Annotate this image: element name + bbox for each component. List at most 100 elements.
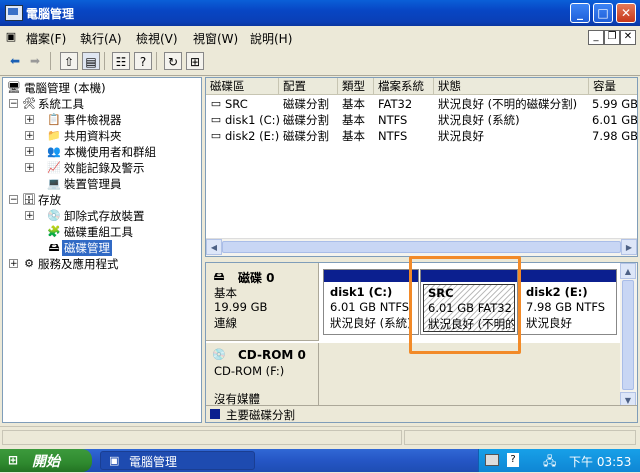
expand-icon[interactable]: + [25,211,34,221]
tree-item-local-users[interactable]: 本機使用者和群組 [64,144,156,160]
layout-cell: 磁碟分割 [283,97,329,111]
capacity-cell: 5.99 GB [592,97,638,111]
tree-item-perf-logs[interactable]: 效能記錄及警示 [64,160,145,176]
vertical-scrollbar[interactable]: ▲ ▼ [620,263,637,408]
console-tree[interactable]: 🖥 電腦管理 (本機) − 🛠 系統工具 + 📋 事件檢視器 + 📁 共用資料夾… [2,77,202,423]
cdrom-label[interactable]: 💿 CD-ROM 0 CD-ROM (F:) 沒有媒體 [206,343,319,407]
mdi-restore-button[interactable]: ❐ [604,30,620,45]
disk0-name: 磁碟 0 [238,271,275,285]
title-bar[interactable]: 電腦管理 _ □ ✕ [0,0,640,26]
layout-cell: 磁碟分割 [283,129,329,143]
tree-item-system-tools[interactable]: 系統工具 [38,96,84,112]
collapse-icon[interactable]: − [9,99,18,109]
tree-item-disk-management[interactable]: 磁碟管理 [62,240,112,256]
tree-item-storage[interactable]: 存放 [38,192,61,208]
volume-cell: disk2 (E:) [225,129,280,143]
tree-item-services[interactable]: 服務及應用程式 [38,256,119,272]
layout-cell: 磁碟分割 [283,113,329,127]
properties-icon[interactable]: ☷ [112,52,130,70]
legend: 主要磁碟分割 [206,405,637,422]
expand-icon[interactable]: + [9,259,18,269]
help-tray-icon[interactable]: ? [507,453,519,467]
expand-icon[interactable]: + [25,163,34,173]
scroll-up-button[interactable]: ▲ [620,263,636,279]
expand-icon[interactable]: + [25,115,34,125]
partition-info: 7.98 GB NTFS [526,300,606,314]
column-header-status[interactable]: 狀態 [434,78,589,95]
disk0-label[interactable]: 🖴 磁碟 0 基本 19.99 GB 連線 [206,263,319,341]
close-button[interactable]: ✕ [616,3,636,23]
volume-icon: ▭ [210,129,222,142]
menu-window[interactable]: 視窗(W) [193,30,238,47]
hard-disk-icon: 🖴 [213,270,225,283]
forward-arrow-icon[interactable]: ➡ [26,52,44,70]
export-list-icon[interactable]: ⊞ [186,52,204,70]
scroll-thumb[interactable] [222,241,621,253]
tree-item-shared-folders[interactable]: 共用資料夾 [64,128,122,144]
tree-item-event-viewer[interactable]: 事件檢視器 [64,112,122,128]
back-arrow-icon[interactable]: ⬅ [6,52,24,70]
up-folder-icon[interactable]: ⇧ [60,52,78,70]
defrag-icon: 🧩 [47,225,61,238]
expand-icon[interactable]: + [25,147,34,157]
refresh-icon[interactable]: ↻ [164,52,182,70]
column-header-type[interactable]: 類型 [338,78,374,95]
menu-file[interactable]: 檔案(F) [26,30,66,47]
scroll-left-button[interactable]: ◀ [206,239,222,255]
taskbar-item-label: 電腦管理 [129,455,178,469]
capacity-cell: 7.98 GB [592,129,638,143]
mmc-app-icon[interactable]: ▣ [4,30,18,43]
status-cell: 狀況良好 (系統) [438,113,520,127]
column-header-volume[interactable]: 磁碟區 [206,78,279,95]
volume-cell: SRC [225,97,248,111]
toolbar-separator [104,52,105,70]
tree-item-defrag[interactable]: 磁碟重組工具 [64,224,133,240]
column-header-capacity[interactable]: 容量 [589,78,637,95]
menu-view[interactable]: 檢視(V) [136,30,178,47]
capacity-cell: 6.01 GB [592,113,638,127]
column-header-filesystem[interactable]: 檔案系統 [374,78,434,95]
type-cell: 基本 [342,129,365,143]
scroll-right-button[interactable]: ▶ [621,239,637,255]
clock[interactable]: 下午 03:53 [569,453,631,470]
mdi-minimize-button[interactable]: _ [588,30,604,45]
taskbar-item-computer-management[interactable]: ▣ 電腦管理 [100,451,255,470]
menu-bar: ▣ 檔案(F) 執行(A) 檢視(V) 視窗(W) 說明(H) _ ❐ ✕ [0,26,640,48]
computer-icon: 🖥 [7,81,21,94]
maximize-button[interactable]: □ [593,3,613,23]
collapse-icon[interactable]: − [9,195,18,205]
volume-icon: ▭ [210,97,222,110]
tree-item-root[interactable]: 電腦管理 (本機) [24,80,106,96]
system-tray: ? 🖧 下午 03:53 [478,449,640,472]
mdi-close-button[interactable]: ✕ [620,30,636,45]
network-icon[interactable]: 🖧 [543,452,556,473]
minimize-button[interactable]: _ [570,3,590,23]
keyboard-icon[interactable] [485,454,499,466]
storage-icon: 🗄 [22,193,36,206]
computer-management-icon [5,5,23,21]
scroll-thumb[interactable] [622,280,634,390]
disk0-status: 連線 [214,316,237,330]
partition-info: 6.01 GB NTFS [330,300,410,314]
volume-list[interactable]: 磁碟區 配置 類型 檔案系統 狀態 容量 ▭ SRC 磁碟分割 基本 FAT32… [205,77,638,257]
start-button[interactable]: ⊞ 開始 [0,449,92,472]
partition-status: 狀況良好 (系統) [330,316,412,330]
volume-cell: disk1 (C:) [225,113,280,127]
horizontal-scrollbar[interactable]: ◀ ▶ [206,238,637,256]
help-icon[interactable]: ? [134,52,152,70]
primary-partition-bar [520,270,616,282]
tree-item-removable-storage[interactable]: 卸除式存放裝置 [64,208,145,224]
partition-disk2[interactable]: disk2 (E:) 7.98 GB NTFS 狀況良好 [519,269,617,335]
partition-disk1[interactable]: disk1 (C:) 6.01 GB NTFS 狀況良好 (系統) [323,269,419,335]
column-header-layout[interactable]: 配置 [279,78,338,95]
shared-folder-icon: 📁 [47,129,61,142]
show-hide-tree-icon[interactable]: ▤ [82,52,100,70]
cdrom-name: CD-ROM 0 [238,348,306,362]
disk0-type: 基本 [214,286,237,300]
menu-action[interactable]: 執行(A) [80,30,122,47]
tree-item-device-manager[interactable]: 裝置管理員 [64,176,122,192]
expand-icon[interactable]: + [25,131,34,141]
event-viewer-icon: 📋 [47,113,61,126]
menu-help[interactable]: 說明(H) [250,30,292,47]
toolbar-separator [156,52,157,70]
